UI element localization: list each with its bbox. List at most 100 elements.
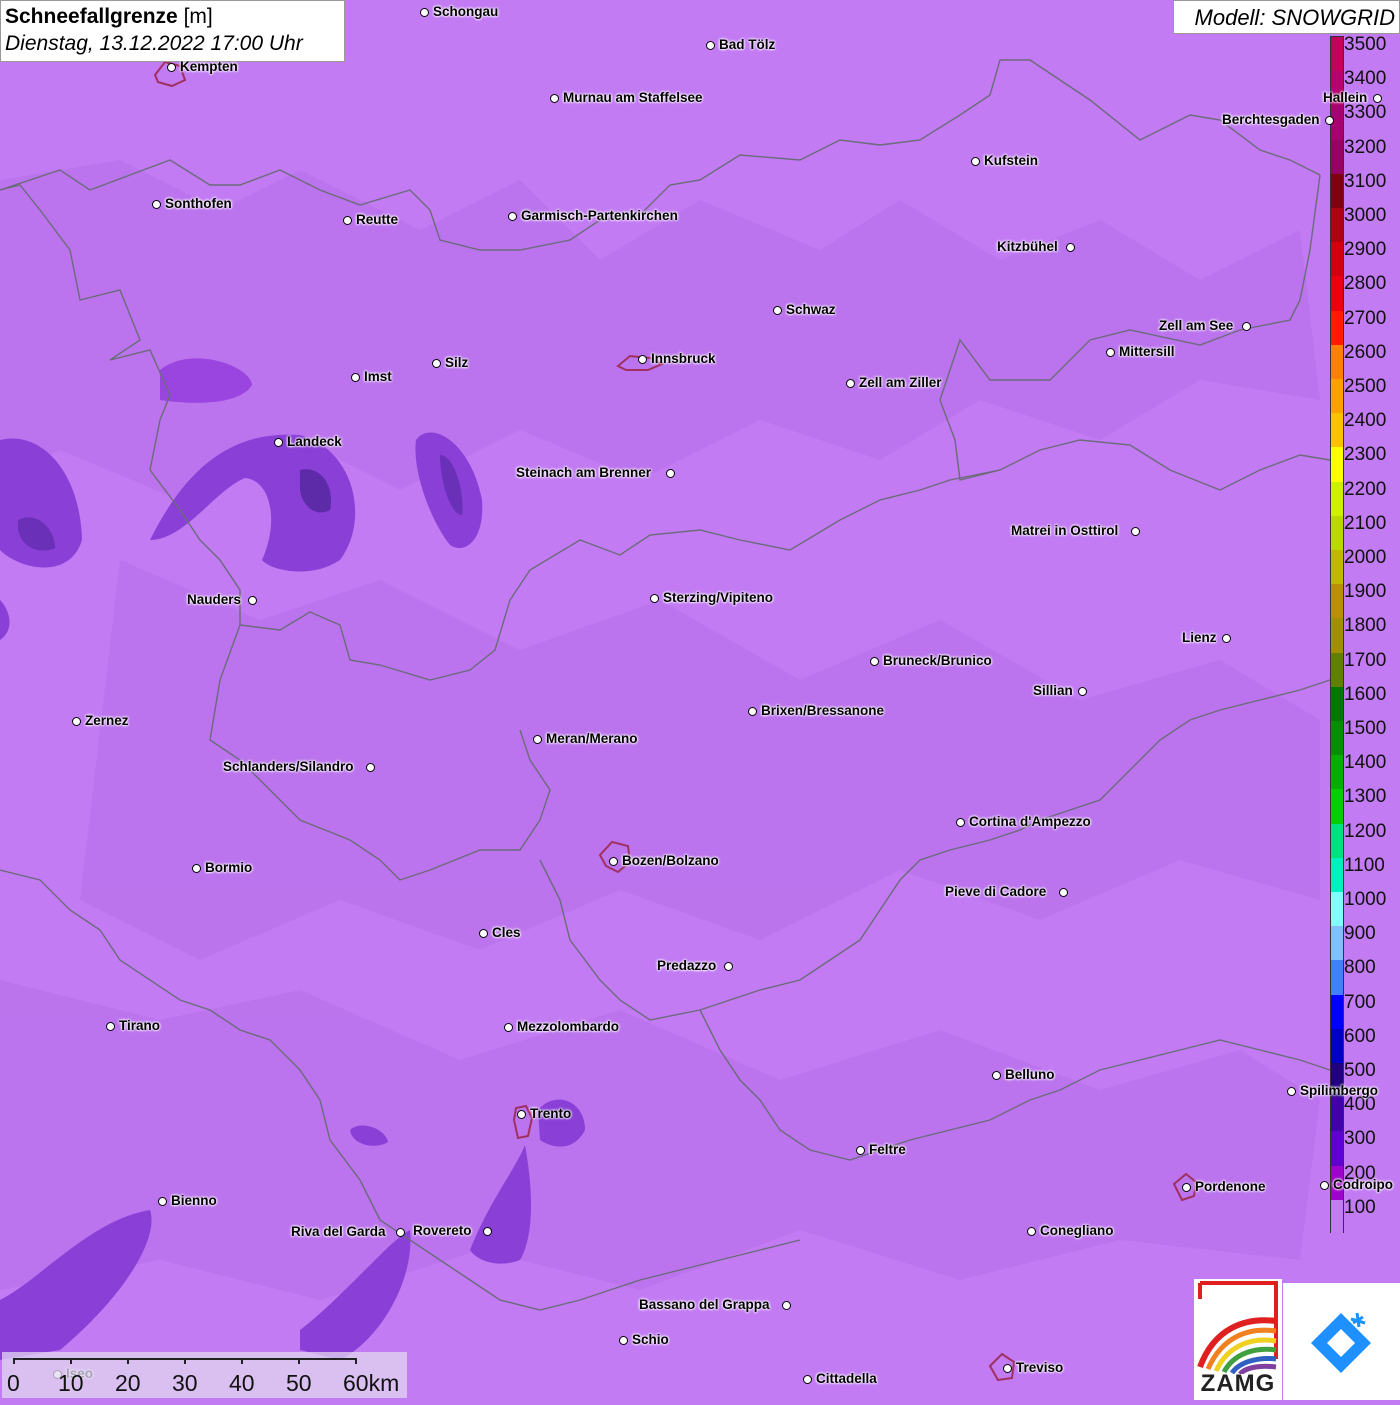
legend-label: 3000: [1344, 205, 1387, 226]
legend-swatch: [1331, 823, 1343, 859]
terrain-shading: [0, 160, 1320, 1300]
city-label: Kempten: [180, 59, 238, 74]
city-label: Berchtesgaden: [1222, 112, 1320, 127]
legend-swatch: [1331, 550, 1343, 585]
city-marker-icon: [1059, 888, 1068, 897]
city-label: Rovereto: [413, 1223, 472, 1238]
city-marker-icon: [192, 864, 201, 873]
city-marker-icon: [1027, 1227, 1036, 1236]
city-label: Pieve di Cadore: [945, 884, 1047, 899]
legend-swatch: [1331, 1028, 1343, 1064]
legend-swatch: [1331, 310, 1343, 346]
scale-tick: [298, 1358, 300, 1364]
city-label: Bozen/Bolzano: [622, 853, 719, 868]
legend-swatch: [1331, 242, 1343, 278]
legend-label: 1500: [1344, 718, 1387, 739]
city-label: Schlanders/Silandro: [223, 759, 354, 774]
scale-label: 30: [172, 1370, 198, 1396]
city-label: Tirano: [119, 1018, 161, 1033]
legend-label: 600: [1344, 1025, 1376, 1047]
city-marker-icon: [248, 596, 257, 605]
model-label: Modell: SNOWGRID: [1173, 0, 1400, 34]
city-marker-icon: [748, 707, 757, 716]
legend-swatch: [1331, 379, 1343, 414]
legend-swatch: [1331, 208, 1343, 243]
legend-swatch: [1331, 515, 1343, 551]
city-marker-icon: [351, 373, 360, 382]
legend-label: 800: [1344, 957, 1376, 979]
legend-swatch: [1331, 686, 1343, 722]
legend-label: 1900: [1344, 581, 1387, 603]
city-marker-icon: [420, 8, 429, 17]
city-marker-icon: [619, 1336, 628, 1345]
city-label: Landeck: [287, 434, 342, 449]
city-marker-icon: [1078, 687, 1087, 696]
city-marker-icon: [106, 1022, 115, 1031]
legend-label: 100: [1344, 1196, 1376, 1218]
city-marker-icon: [533, 735, 542, 744]
legend-label: 1600: [1344, 683, 1387, 705]
legend-swatch: [1331, 1199, 1343, 1235]
legend-label: 2300: [1344, 444, 1387, 466]
city-label: Reutte: [356, 212, 399, 227]
legend-label: 3200: [1344, 136, 1387, 158]
city-marker-icon: [1287, 1087, 1296, 1096]
legend-swatch: [1331, 481, 1343, 517]
city-label: Lienz: [1182, 630, 1217, 645]
zamg-logo-text: ZAMG: [1200, 1370, 1276, 1397]
color-legend: [1330, 36, 1344, 1235]
legend-label: 3400: [1344, 68, 1387, 90]
legend-label: 2000: [1344, 547, 1387, 568]
city-marker-icon: [366, 763, 375, 772]
city-label: Brixen/Bressanone: [761, 703, 885, 718]
city-marker-icon: [1325, 116, 1334, 125]
city-label: Zernez: [85, 713, 129, 728]
scale-tick: [127, 1358, 129, 1364]
city-marker-icon: [1003, 1364, 1012, 1373]
city-label: Predazzo: [657, 958, 717, 973]
legend-label: 2600: [1344, 341, 1387, 363]
legend-swatch: [1331, 892, 1343, 927]
legend-label: 1200: [1344, 820, 1387, 842]
city-label: Riva del Garda: [291, 1224, 386, 1239]
legend-label: 2200: [1344, 478, 1387, 500]
legend-label: 3500: [1344, 34, 1387, 55]
city-label: Schio: [632, 1332, 669, 1347]
city-marker-icon: [396, 1228, 405, 1237]
legend-swatch: [1331, 618, 1343, 654]
city-marker-icon: [432, 359, 441, 368]
city-label: Mezzolombardo: [517, 1019, 620, 1034]
legend-swatch: [1331, 37, 1343, 72]
legend-label: 1300: [1344, 786, 1387, 808]
legend-label: 300: [1344, 1128, 1376, 1150]
city-marker-icon: [1066, 243, 1075, 252]
city-marker-icon: [971, 157, 980, 166]
city-marker-icon: [1320, 1181, 1329, 1190]
city-label: Innsbruck: [651, 351, 716, 366]
city-label: Murnau am Staffelsee: [563, 90, 703, 105]
scale-label: 10: [58, 1370, 84, 1396]
legend-label: 2500: [1344, 376, 1387, 397]
city-label: Mittersill: [1119, 344, 1175, 359]
city-label: Kufstein: [984, 153, 1038, 168]
city-label: Cortina d'Ampezzo: [969, 814, 1091, 829]
city-label: Conegliano: [1040, 1223, 1114, 1238]
legend-label: 900: [1344, 923, 1376, 945]
city-label: Bruneck/Brunico: [883, 653, 992, 668]
scale-label: 60km: [343, 1370, 400, 1396]
city-marker-icon: [650, 594, 659, 603]
snowflake-diamond-icon: [1311, 1312, 1371, 1373]
scale-label: 20: [115, 1370, 141, 1396]
city-marker-icon: [158, 1197, 167, 1206]
city-label: Schwaz: [786, 302, 836, 317]
city-label: Nauders: [187, 592, 242, 607]
city-marker-icon: [803, 1375, 812, 1384]
legend-swatch: [1331, 755, 1343, 791]
snowgrid-logo: [1283, 1283, 1400, 1400]
zamg-logo: ZAMG: [1194, 1279, 1282, 1400]
city-marker-icon: [152, 200, 161, 209]
city-marker-icon: [1373, 94, 1382, 103]
city-marker-icon: [72, 717, 81, 726]
city-label: Treviso: [1016, 1360, 1064, 1375]
city-label: Sterzing/Vipiteno: [663, 590, 774, 605]
